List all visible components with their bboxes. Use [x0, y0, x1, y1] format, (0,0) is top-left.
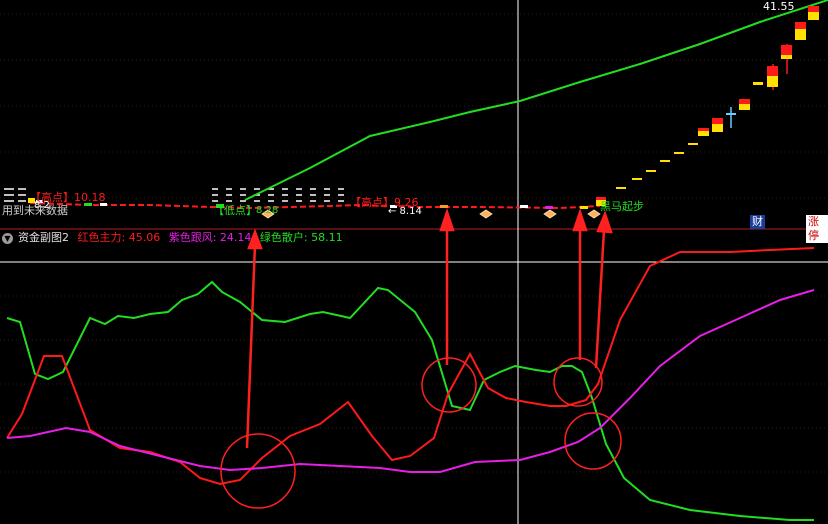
price-arrow-label: ← 8.14 [388, 206, 422, 217]
green-retail-curve [6, 280, 814, 521]
legend-green-retail: 绿色散户: 58.11 [259, 231, 343, 244]
indicator-name[interactable]: 资金副图2 [18, 231, 69, 244]
price-high-label: 41.55 [763, 0, 795, 13]
chevron-down-icon[interactable]: ▼ [2, 232, 13, 244]
legend-magenta-follow: 紫色跟风: 24.14 [168, 231, 252, 244]
small-candles [28, 198, 588, 209]
future-data-warning: 用到未来数据 [2, 204, 68, 217]
indicator-legend: ▼ 资金副图2 红色主力: 45.06 紫色跟风: 24.14 绿色散户: 58.… [0, 230, 348, 246]
stock-chart-window[interactable]: 41.55 【高点】10.18 8.2 用到未来数据 【低点】 8.28 【高点… [0, 0, 828, 524]
annotation-arrows [245, 208, 613, 449]
legend-red-main: 红色主力: 45.06 [77, 231, 161, 244]
low-value: 8.28 [256, 205, 279, 216]
finance-badge[interactable]: 财 [750, 215, 765, 229]
low-mark: 【低点】 [213, 204, 257, 217]
limit-up-badge[interactable]: 涨停 [806, 215, 828, 243]
flat-price-line [29, 202, 601, 210]
rising-candles [596, 6, 819, 206]
signal-label: 黑马起步 [600, 200, 644, 213]
chart-canvas[interactable] [0, 0, 828, 524]
annotation-circles [220, 357, 622, 509]
diamond-markers [261, 209, 601, 219]
